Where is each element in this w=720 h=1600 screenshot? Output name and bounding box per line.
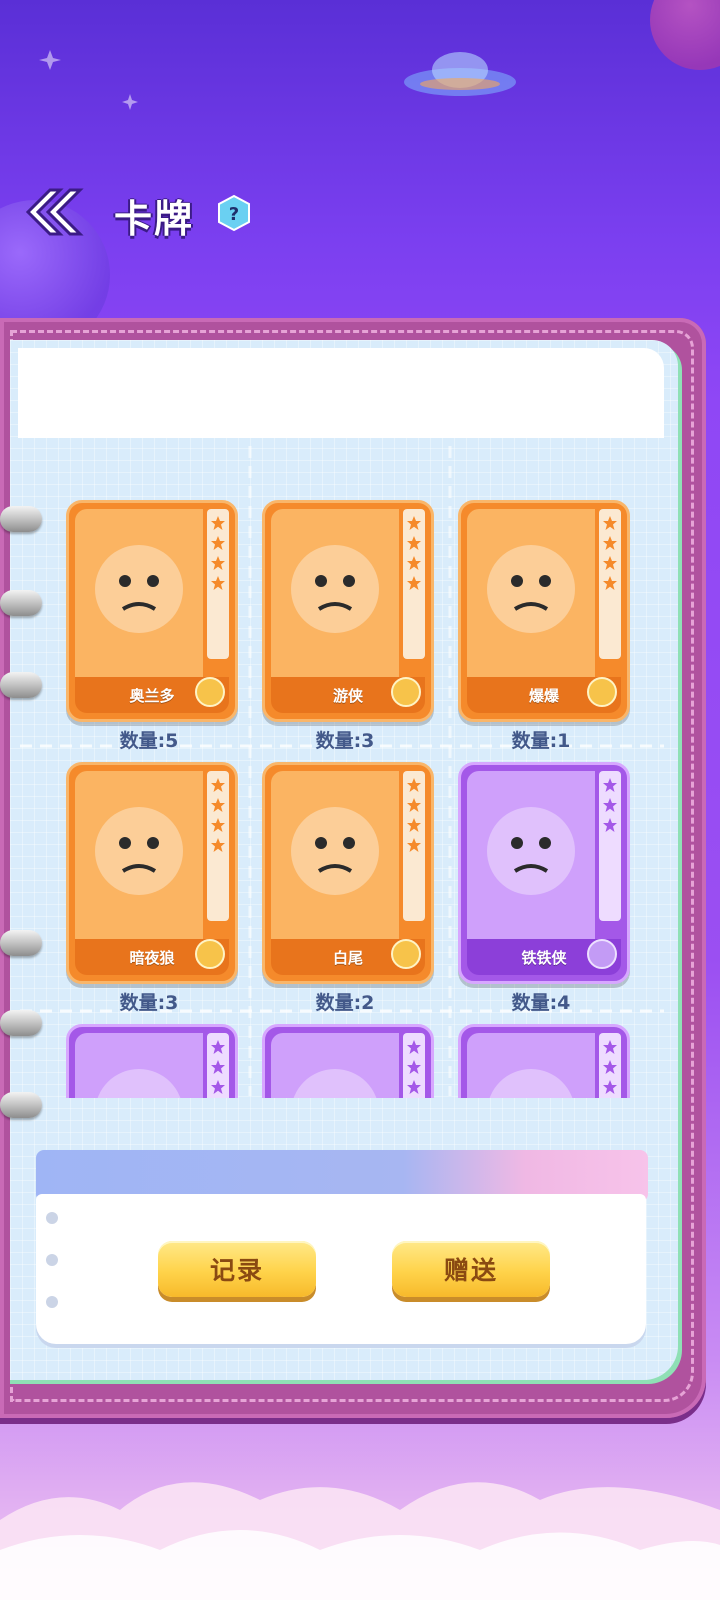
star-icon [407,576,421,590]
star-icon [407,516,421,530]
star-icon [211,818,225,832]
binder-ring [0,590,42,616]
star-icon [211,576,225,590]
star-icon [603,1040,617,1054]
help-icon[interactable]: ? [216,194,252,232]
star-icon [211,838,225,852]
card-item[interactable]: 奥兰多 [66,500,238,722]
gift-button[interactable]: 赠送 [392,1241,550,1297]
star-badge-icon [587,677,617,707]
star-icon [603,818,617,832]
cloud-decoration [0,1482,720,1600]
star-icon [407,798,421,812]
star-badge-icon [391,939,421,969]
binder-ring [0,672,42,698]
card-portrait [467,771,595,947]
star-icon [407,818,421,832]
star-rail [403,1033,425,1098]
card-portrait [75,1033,203,1098]
page-header-area [18,348,664,438]
card-item[interactable]: 爆爆 [458,500,630,722]
sky-background [0,0,720,340]
star-icon [211,798,225,812]
star-badge-icon [391,677,421,707]
star-icon [407,1080,421,1094]
star-icon [407,556,421,570]
star-rail [207,771,229,921]
card-portrait [467,1033,595,1098]
binder-ring [0,1010,42,1036]
star-icon [211,778,225,792]
star-icon [603,778,617,792]
card-portrait [271,771,399,947]
star-badge-icon [195,677,225,707]
star-rail [599,771,621,921]
paper-hole [46,1212,58,1224]
sparkle-icon [122,94,138,110]
card-portrait [271,509,399,685]
card-item[interactable]: 游侠 [262,500,434,722]
star-badge-icon [195,939,225,969]
card-count: 数量:3 [315,730,375,752]
paper-hole [46,1296,58,1308]
back-arrow-icon[interactable] [22,186,84,238]
binder-ring [0,506,42,532]
sparkle-icon [39,50,61,70]
star-icon [211,1080,225,1094]
binder-ring [0,1092,42,1118]
help-symbol: ? [229,204,239,225]
panel-paper [36,1194,646,1344]
star-icon [211,516,225,530]
star-icon [603,1080,617,1094]
record-button[interactable]: 记录 [158,1241,316,1297]
star-icon [603,1060,617,1074]
star-icon [407,536,421,550]
card-grid: 奥兰多 数量:5 游侠 数量:3 爆爆 数量:1 暗夜狼 数量:3 白尾 数量:2 铁铁侠 数量:4 [20,494,664,1098]
card-portrait [75,771,203,947]
card-item[interactable] [262,1024,434,1098]
star-icon [211,1040,225,1054]
star-icon [211,556,225,570]
header-bar: 卡牌 ? [0,180,720,250]
card-portrait [75,509,203,685]
star-icon [407,778,421,792]
page-title: 卡牌 [114,197,195,241]
star-rail [599,509,621,659]
star-icon [407,1060,421,1074]
star-icon [211,536,225,550]
star-icon [603,798,617,812]
star-icon [211,1060,225,1074]
spaceship-decoration [404,52,516,96]
card-item[interactable]: 铁铁侠 [458,762,630,984]
star-icon [407,838,421,852]
star-rail [599,1033,621,1098]
card-item[interactable]: 白尾 [262,762,434,984]
action-panel: 记录 赠送 [36,1150,648,1356]
card-count: 数量:1 [511,730,571,752]
star-icon [603,556,617,570]
binder-ring [0,930,42,956]
card-item[interactable] [458,1024,630,1098]
card-item[interactable] [66,1024,238,1098]
star-rail [207,1033,229,1098]
card-count: 数量:5 [119,730,179,752]
star-badge-icon [587,939,617,969]
card-count: 数量:3 [119,992,179,1014]
star-icon [603,576,617,590]
star-rail [403,771,425,921]
card-count: 数量:4 [511,992,571,1014]
card-portrait [467,509,595,685]
card-portrait [271,1033,399,1098]
scallop-edge [18,426,664,437]
star-icon [407,1040,421,1054]
star-rail [207,509,229,659]
star-rail [403,509,425,659]
star-icon [603,516,617,530]
paper-hole [46,1254,58,1266]
star-icon [603,536,617,550]
card-item[interactable]: 暗夜狼 [66,762,238,984]
card-count: 数量:2 [315,992,375,1014]
planet-decoration [650,0,720,70]
